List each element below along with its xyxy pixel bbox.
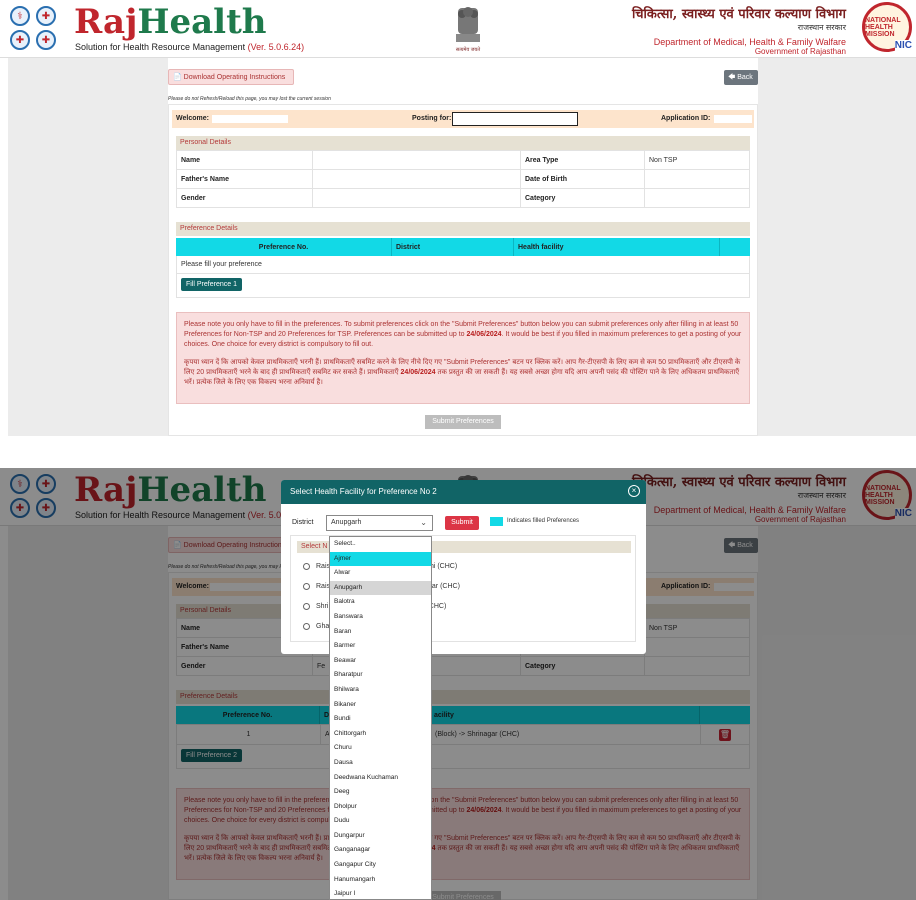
screenshot-after: ⚕ ✚ ✚ ✚ RajHealth Solution for Health Re… xyxy=(0,468,916,900)
note-hi: कृपया ध्यान दें कि आपको केवल प्राथमिकताए… xyxy=(184,359,741,386)
back-button[interactable]: 🡄 Back xyxy=(724,70,758,85)
close-icon[interactable]: × xyxy=(628,485,640,497)
note-en: Please note you only have to fill in the… xyxy=(184,321,742,348)
legend-text: Indicates filled Preferences xyxy=(507,518,580,524)
session-warning: Please do not Refresh/Reload this page, … xyxy=(168,96,331,102)
district-option[interactable]: Beawar xyxy=(330,654,431,669)
district-option[interactable]: Bikaner xyxy=(330,698,431,713)
doctor-icon: ⚕ xyxy=(10,6,30,26)
district-select[interactable]: Anupgarh ⌄ xyxy=(326,515,433,531)
district-option[interactable]: Dholpur xyxy=(330,800,431,815)
fill-preference-button[interactable]: Fill Preference 1 xyxy=(181,278,242,291)
posting-for-field xyxy=(452,112,578,126)
medicine-icon: ✚ xyxy=(10,30,30,50)
district-option[interactable]: Gangapur City xyxy=(330,858,431,873)
district-option[interactable]: Barmer xyxy=(330,639,431,654)
preference-details-section: Preference Details Preference No. Distri… xyxy=(176,222,750,298)
rajhealth-logo-icon: ⚕ ✚ ✚ ✚ xyxy=(10,6,62,52)
radio-icon[interactable] xyxy=(303,563,310,570)
preference-table-header: Preference No. District Health facility xyxy=(176,238,750,256)
district-option[interactable]: Hanumangarh xyxy=(330,873,431,888)
district-label: District xyxy=(292,519,314,526)
district-option[interactable]: Ganganagar xyxy=(330,843,431,858)
tagline: Solution for Health Resource Management … xyxy=(75,42,305,52)
modal-header: Select Health Facility for Preference No… xyxy=(281,480,646,504)
district-option[interactable]: Dausa xyxy=(330,756,431,771)
district-option[interactable]: Baran xyxy=(330,625,431,640)
nic-logo-icon: NIC xyxy=(894,40,912,51)
district-dropdown-list[interactable]: Select.. Ajmer Alwar Anupgarh Balotra Ba… xyxy=(329,536,432,900)
modal-submit-button[interactable]: Submit xyxy=(445,516,479,530)
section-title: Personal Details xyxy=(176,136,750,150)
page-gutter-right xyxy=(758,58,916,436)
welcome-bar: Welcome: Posting for: Application ID: xyxy=(172,110,754,128)
application-id-value xyxy=(714,115,752,123)
download-instructions-button[interactable]: 📄 Download Operating Instructions xyxy=(168,69,294,85)
district-option[interactable]: Balotra xyxy=(330,595,431,610)
svg-text:सत्यमेव जयते: सत्यमेव जयते xyxy=(456,46,480,53)
instructions-note: Please note you only have to fill in the… xyxy=(176,312,750,404)
radio-icon[interactable] xyxy=(303,583,310,590)
page-gutter-left xyxy=(8,58,168,436)
district-option[interactable]: Jaipur I xyxy=(330,887,431,899)
welcome-name-value xyxy=(212,115,288,123)
district-option[interactable]: Alwar xyxy=(330,566,431,581)
personal-details-section: Personal Details NameArea TypeNon TSP Fa… xyxy=(176,136,750,208)
chevron-down-icon: ⌄ xyxy=(420,518,427,527)
brand-title: RajHealth xyxy=(74,2,267,42)
submit-preferences-button[interactable]: Submit Preferences xyxy=(425,415,501,429)
empty-preference-text: Please fill your preference xyxy=(176,256,750,274)
district-option[interactable]: Dungarpur xyxy=(330,829,431,844)
screenshot-before: ⚕ ✚ ✚ ✚ RajHealth Solution for Health Re… xyxy=(0,0,916,436)
state-emblem-icon: सत्यमेव जयते xyxy=(456,7,480,53)
district-option[interactable]: Bundi xyxy=(330,712,431,727)
district-option[interactable]: Deedwana Kuchaman xyxy=(330,771,431,786)
district-option[interactable]: Ajmer xyxy=(330,551,431,567)
hospital-icon: ✚ xyxy=(36,6,56,26)
district-option[interactable]: Churu xyxy=(330,741,431,756)
personal-details-table: NameArea TypeNon TSP Father's NameDate o… xyxy=(176,150,750,208)
district-option[interactable]: Chittorgarh xyxy=(330,727,431,742)
district-option[interactable]: Deeg xyxy=(330,785,431,800)
legend-swatch xyxy=(490,517,503,526)
district-option[interactable]: Select.. xyxy=(330,537,431,552)
health-cross-icon: ✚ xyxy=(36,30,56,50)
radio-icon[interactable] xyxy=(303,623,310,630)
district-option[interactable]: Banswara xyxy=(330,610,431,625)
district-option[interactable]: Dudu xyxy=(330,814,431,829)
department-title: चिकित्सा, स्वास्थ्य एवं परिवार कल्याण वि… xyxy=(631,7,846,56)
radio-icon[interactable] xyxy=(303,603,310,610)
district-option[interactable]: Bharatpur xyxy=(330,668,431,683)
district-option[interactable]: Anupgarh xyxy=(330,580,431,596)
site-header: ⚕ ✚ ✚ ✚ RajHealth Solution for Health Re… xyxy=(0,0,916,58)
section-title: Preference Details xyxy=(176,222,750,236)
district-option[interactable]: Bhilwara xyxy=(330,683,431,698)
